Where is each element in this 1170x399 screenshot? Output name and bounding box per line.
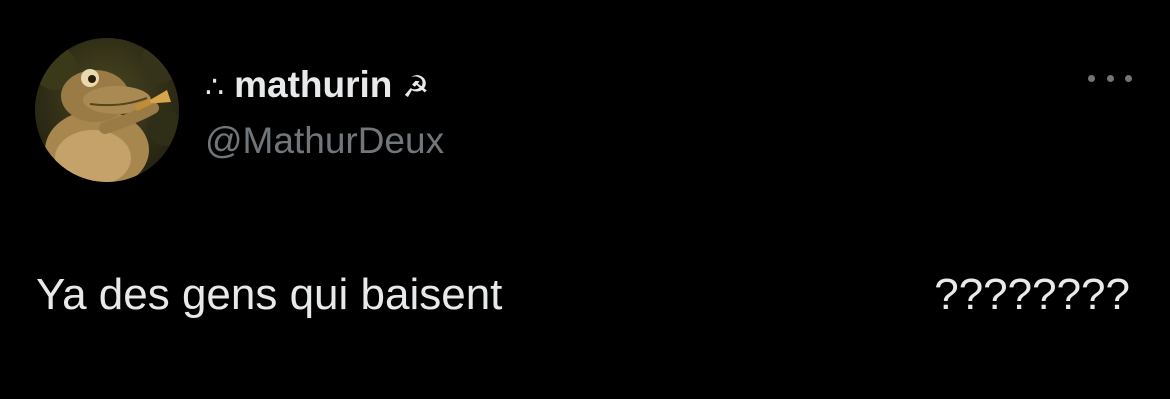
- tweet-card: ∴ mathurin ☭ @MathurDeux Ya des gens qui…: [0, 0, 1170, 399]
- more-horizontal-icon: [1106, 74, 1114, 82]
- more-horizontal-icon: [1088, 74, 1095, 82]
- author-name-text: mathurin: [234, 64, 393, 105]
- more-horizontal-icon: [1125, 74, 1132, 82]
- alligator-avatar-image: [35, 38, 179, 182]
- author-handle[interactable]: @MathurDeux: [205, 120, 444, 162]
- avatar[interactable]: [35, 38, 179, 182]
- name-prefix-symbol: ∴: [205, 70, 224, 104]
- tweet-body-text: Ya des gens qui baisent: [36, 270, 503, 319]
- more-options-button[interactable]: [1088, 64, 1132, 92]
- tweet-body-text-question-marks: ????????: [934, 270, 1130, 319]
- hammer-sickle-icon: ☭: [402, 70, 430, 104]
- author-display-name[interactable]: ∴ mathurin ☭: [205, 64, 429, 106]
